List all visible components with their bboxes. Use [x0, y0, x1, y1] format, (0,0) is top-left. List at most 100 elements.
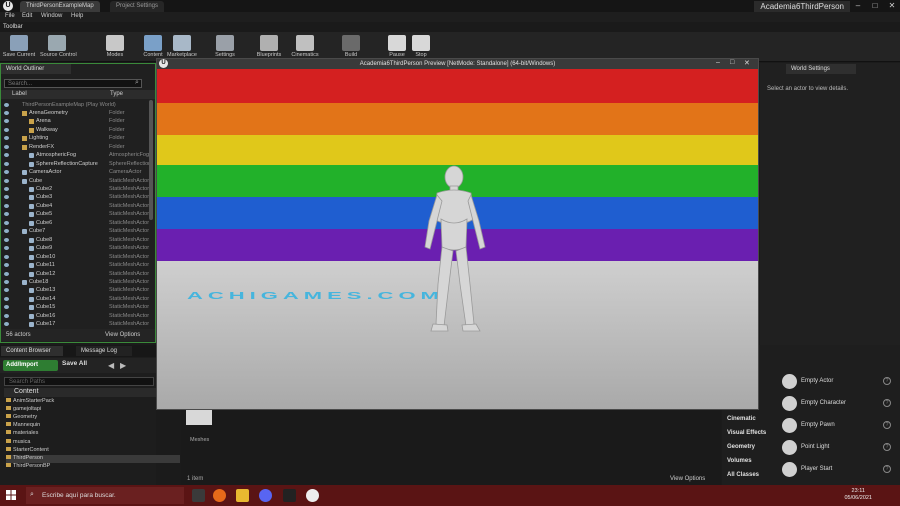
folder-tree-item[interactable]: AnimStarterPack	[6, 398, 54, 406]
toolbar-button-save-current[interactable]: Save Current	[2, 33, 36, 61]
outliner-row[interactable]: Cube17 StaticMeshActor	[1, 320, 150, 328]
visibility-eye-icon[interactable]	[4, 263, 9, 268]
outliner-row[interactable]: RenderFX Folder	[1, 143, 150, 151]
content-root[interactable]: Content	[4, 388, 180, 397]
visibility-eye-icon[interactable]	[4, 136, 9, 141]
outliner-row[interactable]: Cube12 StaticMeshActor	[1, 270, 150, 278]
outliner-search-input[interactable]: Search...	[4, 79, 142, 88]
outliner-row[interactable]: Cube16 StaticMeshActor	[1, 312, 150, 320]
folder-tree-item[interactable]: ThirdPersonBP	[6, 462, 50, 471]
cb-view-options[interactable]: View Options	[670, 476, 705, 482]
add-import-button[interactable]: Add/Import	[3, 360, 58, 371]
visibility-eye-icon[interactable]	[4, 246, 9, 251]
visibility-eye-icon[interactable]	[4, 187, 9, 191]
visibility-eye-icon[interactable]	[4, 203, 9, 208]
windows-start-icon[interactable]	[6, 490, 16, 500]
preview-close-icon[interactable]: ✕	[744, 59, 750, 67]
outliner-row[interactable]: Cube13 StaticMeshActor	[1, 286, 150, 294]
visibility-eye-icon[interactable]	[4, 178, 9, 183]
toolbar-button-build[interactable]: Build	[334, 33, 368, 61]
outliner-row[interactable]: Cube4 StaticMeshActor	[1, 202, 150, 210]
visibility-eye-icon[interactable]	[4, 195, 9, 200]
menu-window[interactable]: Window	[41, 13, 62, 19]
outliner-row[interactable]: Lighting Folder	[1, 134, 150, 142]
toolbar-button-marketplace[interactable]: Marketplace	[165, 33, 199, 61]
outliner-row[interactable]: Cube9 StaticMeshActor	[1, 244, 150, 252]
tab-level[interactable]: ThirdPersonExampleMap	[20, 1, 100, 12]
outliner-row[interactable]: Cube18 StaticMeshActor	[1, 278, 150, 286]
unreal-taskbar-icon[interactable]	[306, 489, 319, 502]
toolbar-tab[interactable]: Toolbar	[3, 24, 23, 30]
preview-minimize-icon[interactable]: –	[716, 59, 720, 66]
visibility-eye-icon[interactable]	[4, 161, 9, 166]
file-explorer-icon[interactable]	[236, 489, 249, 502]
visibility-eye-icon[interactable]	[4, 170, 9, 175]
help-icon[interactable]: ?	[883, 377, 891, 385]
maximize-icon[interactable]: □	[867, 0, 883, 12]
toolbar-button-source-control[interactable]: Source Control	[40, 33, 77, 61]
place-actor-item[interactable]: Empty Pawn?	[780, 416, 895, 436]
outliner-row[interactable]: CameraActor CameraActor	[1, 168, 150, 176]
firefox-icon[interactable]	[213, 489, 226, 502]
toolbar-button-modes[interactable]: Modes	[98, 33, 132, 61]
visibility-eye-icon[interactable]	[4, 144, 9, 149]
visibility-eye-icon[interactable]	[4, 127, 9, 132]
place-actors-category[interactable]: Cinematic	[727, 416, 756, 422]
menu-file[interactable]: File	[5, 13, 15, 19]
discord-icon[interactable]	[259, 489, 272, 502]
outliner-col-label[interactable]: Label	[12, 91, 27, 97]
world-outliner-tab[interactable]: World Outliner	[1, 64, 71, 74]
taskbar-search-input[interactable]: Escribe aquí para buscar.	[26, 487, 184, 504]
toolbar-button-stop[interactable]: Stop	[404, 33, 438, 61]
help-icon[interactable]: ?	[883, 399, 891, 407]
visibility-eye-icon[interactable]	[4, 254, 9, 259]
visibility-eye-icon[interactable]	[4, 305, 9, 310]
folder-tree-item[interactable]: materiales	[6, 430, 38, 438]
task-view-icon[interactable]	[192, 489, 205, 502]
menu-help[interactable]: Help	[71, 13, 83, 19]
back-arrow-icon[interactable]: ◀	[108, 361, 114, 370]
tab-content-browser[interactable]: Content Browser	[1, 346, 63, 356]
minimize-icon[interactable]: –	[850, 0, 866, 12]
folder-tree-item[interactable]: Geometry	[6, 414, 37, 422]
clock[interactable]: 23:11 05/06/2021	[844, 488, 872, 502]
outliner-row[interactable]: Cube StaticMeshActor	[1, 177, 150, 185]
visibility-eye-icon[interactable]	[4, 229, 9, 234]
outliner-row[interactable]: Cube11 StaticMeshActor	[1, 261, 150, 269]
folder-tree-item[interactable]: gamejoltapi	[6, 406, 41, 414]
tab-message-log[interactable]: Message Log	[76, 346, 132, 356]
outliner-row[interactable]: ThirdPersonExampleMap (Play World)	[1, 101, 150, 109]
menu-edit[interactable]: Edit	[22, 13, 32, 19]
game-viewport[interactable]: ACHIGAMES.COM	[157, 69, 758, 409]
place-actors-category[interactable]: Volumes	[727, 458, 752, 464]
help-icon[interactable]: ?	[883, 421, 891, 429]
world-settings-tab[interactable]: World Settings	[786, 64, 856, 74]
close-icon[interactable]: ✕	[884, 0, 900, 12]
folder-tree-item[interactable]: Mannequin	[6, 422, 40, 430]
outliner-row[interactable]: Cube14 StaticMeshActor	[1, 295, 150, 303]
meshes-folder-thumbnail[interactable]	[186, 409, 212, 425]
toolbar-button-blueprints[interactable]: Blueprints	[252, 33, 286, 61]
visibility-eye-icon[interactable]	[4, 102, 9, 107]
help-icon[interactable]: ?	[883, 465, 891, 473]
save-all-button[interactable]: Save All	[62, 360, 87, 367]
epic-games-icon[interactable]	[283, 489, 296, 502]
place-actor-item[interactable]: Player Start?	[780, 460, 895, 480]
toolbar-button-settings[interactable]: Settings	[208, 33, 242, 61]
outliner-row[interactable]: Cube5 StaticMeshActor	[1, 210, 150, 218]
outliner-row[interactable]: Cube3 StaticMeshActor	[1, 193, 150, 201]
place-actors-category[interactable]: Visual Effects	[727, 430, 766, 436]
toolbar-button-cinematics[interactable]: Cinematics	[288, 33, 322, 61]
outliner-row[interactable]: AtmosphericFog AtmosphericFog	[1, 151, 150, 159]
path-search-input[interactable]: Search Paths	[4, 377, 154, 386]
place-actors-category[interactable]: Geometry	[727, 444, 755, 450]
place-actor-item[interactable]: Point Light?	[780, 438, 895, 458]
place-actors-category[interactable]: All Classes	[727, 472, 759, 478]
outliner-row[interactable]: Cube7 StaticMeshActor	[1, 227, 150, 235]
forward-arrow-icon[interactable]: ▶	[120, 361, 126, 370]
visibility-eye-icon[interactable]	[4, 237, 9, 242]
visibility-eye-icon[interactable]	[4, 110, 9, 115]
visibility-eye-icon[interactable]	[4, 313, 9, 318]
visibility-eye-icon[interactable]	[4, 322, 9, 327]
outliner-row[interactable]: Cube8 StaticMeshActor	[1, 236, 150, 244]
